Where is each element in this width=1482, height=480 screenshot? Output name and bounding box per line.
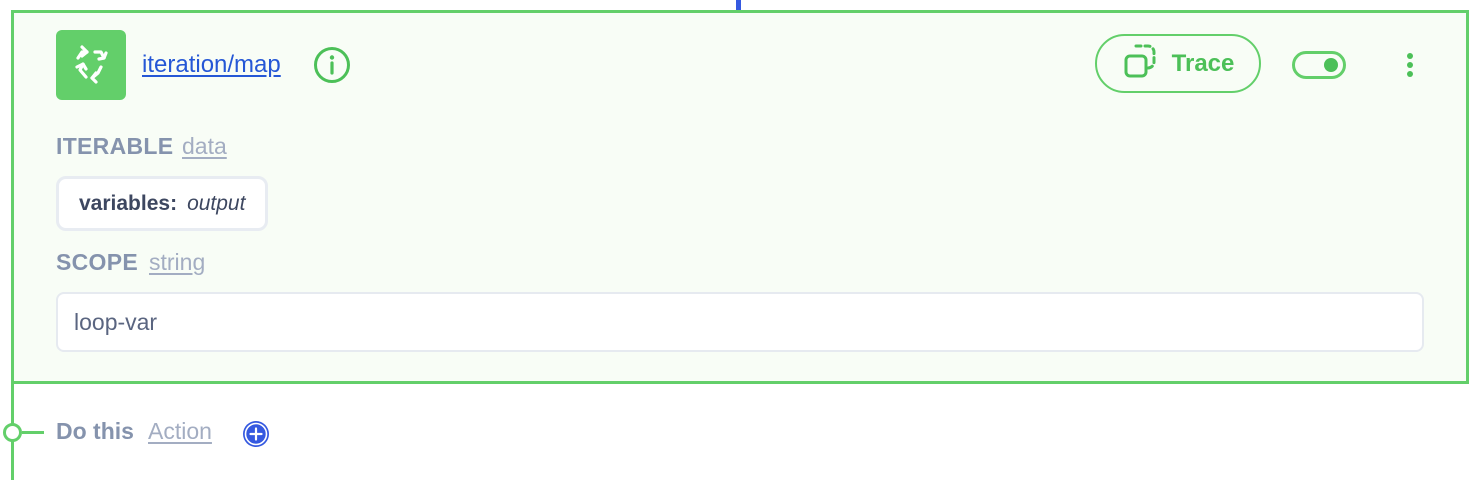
chip-value: output: [187, 191, 246, 215]
flow-node-dot: [3, 423, 22, 442]
next-step-type-link[interactable]: Action: [148, 418, 212, 445]
flow-branch: [22, 431, 44, 434]
scope-input[interactable]: [56, 292, 1424, 352]
iterable-label: ITERABLE: [56, 133, 174, 159]
more-vertical-icon[interactable]: [1398, 51, 1422, 79]
iterable-value-chip[interactable]: variables: output: [56, 176, 269, 231]
next-step-label: Do this: [56, 418, 134, 444]
plus-circle-icon[interactable]: [241, 419, 271, 449]
trace-button[interactable]: Trace: [1095, 34, 1261, 93]
iterable-type-link[interactable]: data: [182, 133, 227, 160]
copy-dashed-icon: [1122, 42, 1160, 85]
scope-label: SCOPE: [56, 249, 139, 275]
iteration-node-card: iteration/map Trace ITERABLE data variab…: [11, 10, 1469, 384]
chip-key: variables:: [79, 191, 178, 215]
scope-type-link[interactable]: string: [149, 249, 205, 276]
incoming-connector: [736, 0, 741, 10]
workflow-canvas: iteration/map Trace ITERABLE data variab…: [0, 0, 1482, 480]
recycle-icon: [56, 30, 126, 100]
toggle-knob: [1324, 58, 1338, 72]
node-title-link[interactable]: iteration/map: [142, 50, 281, 80]
info-icon[interactable]: [313, 46, 351, 84]
enable-toggle[interactable]: [1292, 51, 1346, 79]
trace-label: Trace: [1171, 49, 1235, 77]
